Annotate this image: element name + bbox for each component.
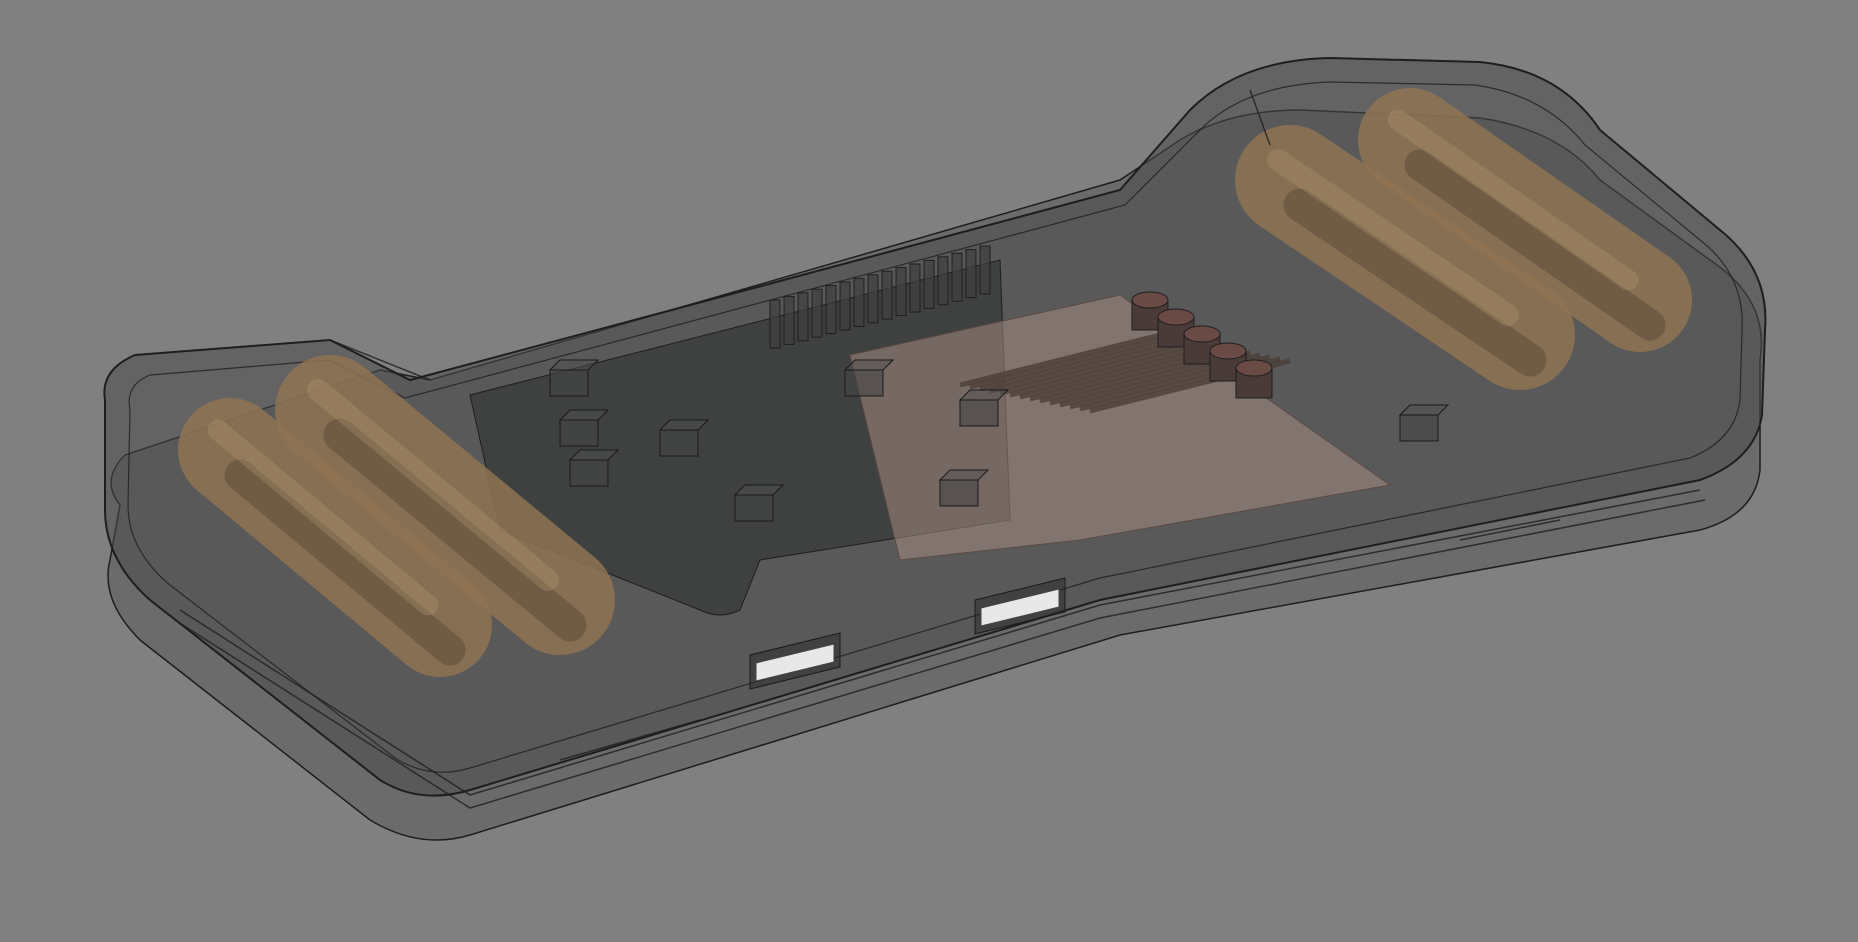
connector-pin [811,288,823,338]
connector-pin [839,281,851,331]
connector-pin [909,263,921,313]
connector-pin [923,259,935,309]
connector-pin [881,270,893,320]
connector-pin [965,249,977,299]
connector-pin [937,256,949,306]
connector-pin [895,267,907,317]
connector-pin [825,285,837,335]
cad-viewport[interactable] [0,0,1858,942]
connector-pin [797,292,809,342]
connector-pin [951,252,963,302]
handheld-enclosure-model[interactable] [0,0,1858,942]
connector-pin [867,274,879,324]
connector-pin [853,277,865,327]
connector-pin [769,299,781,349]
connector-pin [979,245,991,295]
connector-pin [783,295,795,345]
capacitor [1235,359,1273,399]
